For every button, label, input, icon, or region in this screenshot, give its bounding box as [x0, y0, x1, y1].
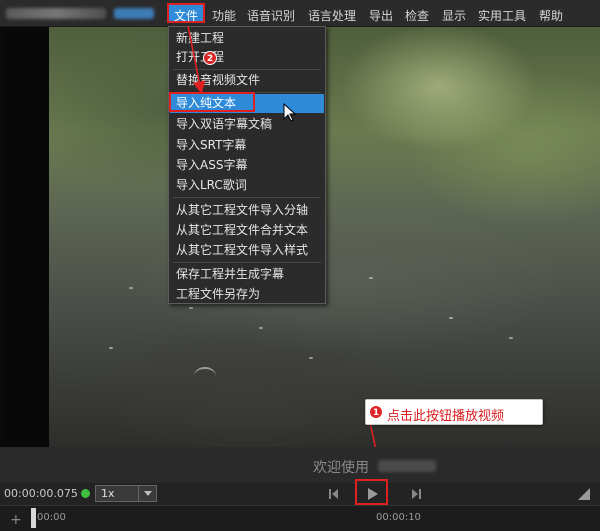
menu-speech-recognition[interactable]: 语音识别	[247, 7, 295, 24]
menu-item-import-srt[interactable]: 导入SRT字幕	[170, 136, 324, 155]
menu-item-import-style[interactable]: 从其它工程文件导入样式	[170, 241, 324, 260]
playback-controls: 00:00:00.075 1x	[0, 483, 600, 505]
blurred-app-name	[378, 460, 436, 472]
menu-display[interactable]: 显示	[442, 7, 466, 24]
timeline-tick: 00:00	[37, 512, 66, 523]
menu-item-merge-text[interactable]: 从其它工程文件合并文本	[170, 221, 324, 240]
menu-utilities[interactable]: 实用工具	[478, 7, 526, 24]
menu-item-replace-media[interactable]: 替换音视频文件	[170, 71, 324, 90]
app-title-blurred	[6, 6, 156, 21]
annotation-badge-2: 2	[203, 51, 217, 65]
menu-item-new-project[interactable]: 新建工程	[170, 29, 324, 48]
menu-help[interactable]: 帮助	[539, 7, 563, 24]
menu-bar: 文件 功能 语音识别 语言处理 导出 检查 显示 实用工具 帮助	[0, 0, 600, 27]
menu-check[interactable]: 检查	[405, 7, 429, 24]
menu-separator	[173, 262, 321, 263]
menu-item-import-lrc[interactable]: 导入LRC歌词	[170, 176, 324, 195]
menu-function[interactable]: 功能	[212, 7, 236, 24]
menu-item-import-timing[interactable]: 从其它工程文件导入分轴	[170, 201, 324, 220]
file-menu-dropdown: 新建工程 打开工程 替换音视频文件 导入纯文本 导入双语字幕文稿 导入SRT字幕…	[168, 26, 326, 304]
annotation-highlight-import-text	[169, 92, 255, 112]
video-left-letterbox	[0, 27, 49, 447]
annotation-callout-play: 1 点击此按钮播放视频	[365, 399, 543, 425]
menu-file[interactable]: 文件	[167, 3, 206, 23]
menu-item-open-project[interactable]: 打开工程	[170, 48, 324, 67]
menu-item-import-bilingual[interactable]: 导入双语字幕文稿	[170, 115, 324, 134]
menu-export[interactable]: 导出	[369, 7, 393, 24]
chevron-down-icon[interactable]	[138, 486, 156, 501]
previous-frame-icon[interactable]	[322, 486, 344, 502]
annotation-highlight-play-button	[355, 479, 388, 505]
timeline-ruler[interactable]: + 00:00 00:00:10	[0, 505, 600, 531]
menu-language-processing[interactable]: 语言处理	[308, 7, 356, 24]
timecode-display: 00:00:00.075	[4, 487, 78, 500]
playhead-marker[interactable]	[31, 508, 36, 528]
status-indicator-dot	[81, 489, 90, 498]
menu-separator	[173, 197, 321, 198]
timeline-tick: 00:00:10	[376, 512, 421, 523]
timeline-add-icon[interactable]: +	[10, 512, 22, 528]
menu-item-import-ass[interactable]: 导入ASS字幕	[170, 156, 324, 175]
callout-text: 点击此按钮播放视频	[387, 409, 505, 424]
speed-value: 1x	[101, 487, 115, 500]
welcome-text: 欢迎使用	[313, 460, 369, 476]
annotation-badge-1: 1	[369, 405, 383, 419]
mouse-cursor-icon	[283, 103, 297, 122]
resize-corner-icon[interactable]	[578, 488, 590, 500]
menu-separator	[173, 69, 321, 70]
menu-item-save-as[interactable]: 工程文件另存为	[170, 285, 324, 304]
next-frame-icon[interactable]	[406, 486, 428, 502]
subtitle-display-bar: 欢迎使用	[0, 447, 600, 483]
menu-item-save-generate[interactable]: 保存工程并生成字幕	[170, 265, 324, 284]
playback-speed-select[interactable]: 1x	[95, 485, 157, 502]
